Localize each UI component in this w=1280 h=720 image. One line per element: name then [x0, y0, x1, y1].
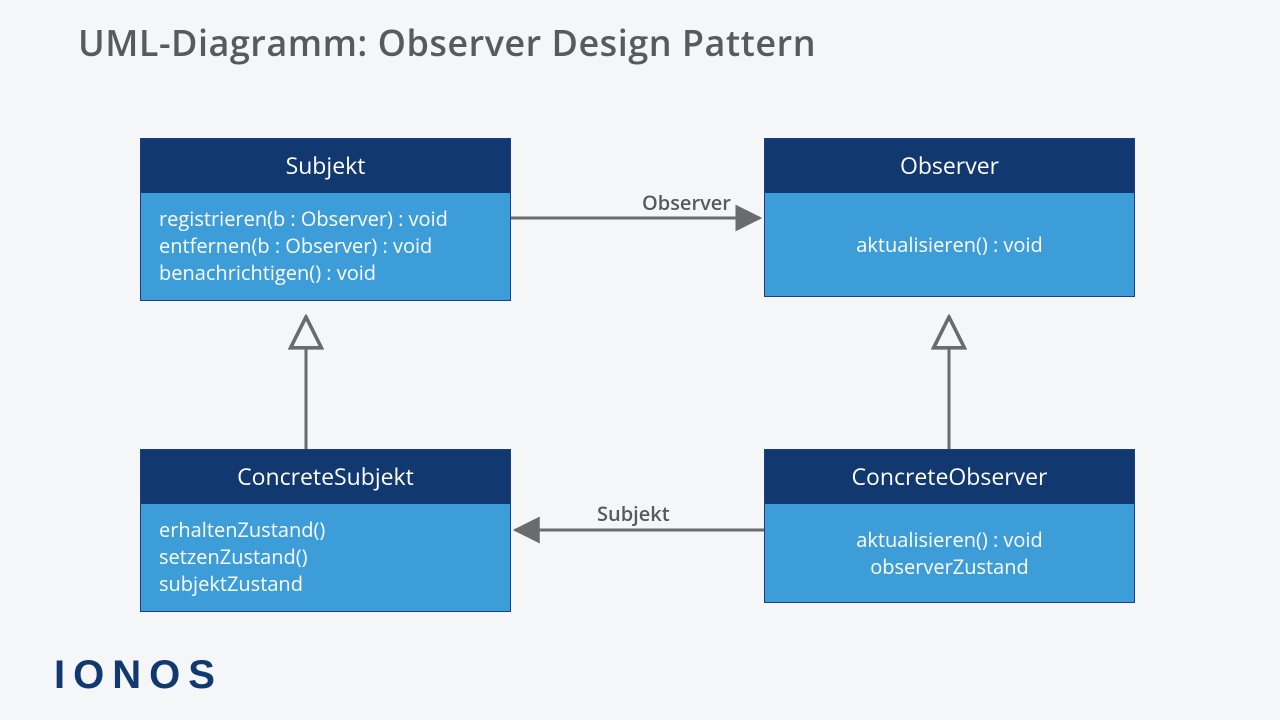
uml-method: registrieren(b : Observer) : void: [159, 205, 492, 232]
uml-class-subject: Subjekt registrieren(b : Observer) : voi…: [140, 138, 511, 301]
uml-method: aktualisieren() : void: [783, 231, 1116, 258]
uml-attribute: observerZustand: [783, 553, 1116, 580]
uml-class-name: Observer: [765, 139, 1134, 193]
uml-method: entfernen(b : Observer) : void: [159, 232, 492, 259]
logo: IONOS: [54, 653, 223, 698]
uml-class-body: erhaltenZustand() setzenZustand() subjek…: [141, 504, 510, 611]
page-title: UML-Diagramm: Observer Design Pattern: [78, 18, 816, 67]
uml-class-body: aktualisieren() : void: [765, 193, 1134, 296]
uml-method: aktualisieren() : void: [783, 526, 1116, 553]
uml-class-body: aktualisieren() : void observerZustand: [765, 504, 1134, 602]
uml-class-name: Subjekt: [141, 139, 510, 193]
uml-class-name: ConcreteObserver: [765, 450, 1134, 504]
edge-label-observer: Observer: [642, 189, 731, 216]
connectors: [0, 0, 1280, 720]
uml-class-name: ConcreteSubjekt: [141, 450, 510, 504]
edge-label-subject: Subjekt: [597, 500, 670, 527]
uml-attribute: subjektZustand: [159, 570, 492, 597]
uml-method: setzenZustand(): [159, 543, 492, 570]
uml-class-observer: Observer aktualisieren() : void: [764, 138, 1135, 297]
uml-method: benachrichtigen() : void: [159, 259, 492, 286]
uml-class-concrete-subject: ConcreteSubjekt erhaltenZustand() setzen…: [140, 449, 511, 612]
uml-method: erhaltenZustand(): [159, 516, 492, 543]
uml-class-concrete-observer: ConcreteObserver aktualisieren() : void …: [764, 449, 1135, 603]
uml-class-body: registrieren(b : Observer) : void entfer…: [141, 193, 510, 300]
